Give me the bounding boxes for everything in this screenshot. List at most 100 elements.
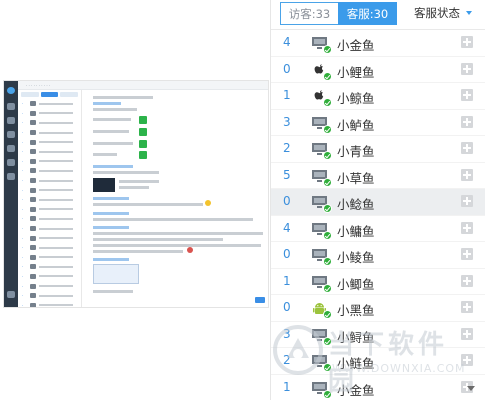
session-count: 0 [283, 300, 291, 314]
service-staff-row[interactable]: 1 小金鱼 [271, 374, 485, 400]
online-status-icon [323, 204, 332, 213]
online-status-icon [323, 363, 332, 372]
service-staff-row[interactable]: 1 小鲸鱼 [271, 83, 485, 110]
thumbnail-list-row: · [18, 243, 81, 253]
online-status-icon [323, 151, 332, 160]
app-thumbnail: · · · · · · · · · · · · · · · · · · · · · · · · · · · · · ·… [3, 80, 269, 308]
service-staff-row[interactable]: 0 小鲮鱼 [271, 242, 485, 269]
service-staff-name: 小鲢鱼 [337, 356, 375, 371]
service-staff-name: 小鳙鱼 [337, 223, 375, 239]
online-status-icon [323, 310, 332, 319]
service-staff-row[interactable]: 0 小鲶鱼 [271, 189, 485, 216]
thumbnail-list-row: · [18, 253, 81, 263]
thumbnail-list-row: · [18, 157, 81, 167]
thumbnail-titlebar: · · · · · · · · · · [18, 81, 268, 90]
add-icon[interactable] [461, 354, 473, 366]
service-status-dropdown[interactable]: 客服状态 [414, 4, 472, 22]
online-status-icon [323, 257, 332, 266]
service-staff-name: 小草鱼 [337, 170, 375, 186]
online-status-icon [323, 283, 332, 293]
add-icon[interactable] [461, 248, 473, 260]
service-staff-row[interactable]: 0 小黑鱼 [271, 295, 485, 322]
service-staff-name: 小鲈鱼 [337, 117, 375, 133]
add-icon[interactable] [461, 89, 473, 101]
add-icon[interactable] [461, 142, 473, 154]
thumbnail-list-row: · [18, 300, 81, 307]
add-icon[interactable] [461, 301, 473, 313]
thumbnail-list-row: · [18, 195, 81, 205]
thumbnail-list-row: · [18, 281, 81, 291]
thumbnail-list-row: · [18, 291, 81, 301]
service-staff-row[interactable]: 3 小鲟鱼 [271, 321, 485, 348]
chevron-down-icon [466, 11, 472, 15]
service-staff-name: 小鲤鱼 [337, 64, 375, 80]
service-staff-row[interactable]: 0 小鲤鱼 [271, 56, 485, 83]
panel-tab-bar: 访客:33 客服:30 客服状态 [271, 0, 485, 30]
thumbnail-list-row: · [18, 176, 81, 186]
thumbnail-list-row: · [18, 224, 81, 234]
scroll-down-arrow-icon[interactable] [467, 386, 475, 391]
add-icon[interactable] [461, 327, 473, 340]
thumbnail-list-row: · [18, 272, 81, 282]
thumbnail-list-row: · [18, 99, 81, 109]
service-staff-name: 小金鱼 [337, 382, 375, 398]
session-count: 1 [283, 273, 291, 288]
tab-service-staff[interactable]: 客服:30 [338, 2, 397, 25]
session-count: 4 [283, 35, 291, 49]
thumbnail-chat-area [83, 90, 268, 307]
session-count: 5 [283, 167, 291, 182]
service-staff-list: 4 小金鱼 0 小鲤鱼 1 小鲸鱼 3 小鲈鱼 2 小青鱼 5 小草鱼 0 小鲶鱼 4 小鳙鱼 0 小鲮鱼 1 小鲫鱼… [271, 30, 485, 400]
thumbnail-list-row: · [18, 109, 81, 119]
session-count: 2 [283, 353, 291, 367]
online-status-icon [323, 45, 332, 54]
service-staff-row[interactable]: 3 小鲈鱼 [271, 109, 485, 136]
thumbnail-list-row: · [18, 233, 81, 243]
thumbnail-list-row: · [18, 166, 81, 176]
online-status-icon [323, 389, 332, 399]
session-count: 3 [283, 326, 291, 341]
session-count: 0 [283, 61, 291, 76]
tab-visitors[interactable]: 访客:33 [280, 2, 339, 25]
service-staff-row[interactable]: 2 小青鱼 [271, 136, 485, 163]
service-staff-name: 小黑鱼 [337, 303, 375, 318]
add-icon[interactable] [461, 168, 473, 181]
add-icon[interactable] [461, 221, 473, 234]
service-staff-row[interactable]: 4 小金鱼 [271, 30, 485, 57]
service-staff-row[interactable]: 5 小草鱼 [271, 162, 485, 189]
online-status-icon [323, 336, 332, 346]
add-icon[interactable] [461, 36, 473, 48]
session-count: 0 [283, 194, 291, 208]
thumbnail-list-row: · [18, 214, 81, 224]
online-status-icon [323, 230, 332, 240]
session-count: 2 [283, 141, 291, 155]
service-staff-row[interactable]: 2 小鲢鱼 [271, 348, 485, 375]
service-staff-name: 小鲟鱼 [337, 329, 375, 345]
online-status-icon [323, 98, 332, 107]
service-staff-name: 小金鱼 [337, 38, 375, 53]
session-count: 1 [283, 379, 291, 394]
service-staff-name: 小鲫鱼 [337, 276, 375, 292]
service-staff-row[interactable]: 1 小鲫鱼 [271, 268, 485, 295]
online-status-icon [323, 177, 332, 187]
session-count: 1 [283, 88, 291, 102]
thumbnail-list-row: · [18, 185, 81, 195]
service-staff-row[interactable]: 4 小鳙鱼 [271, 215, 485, 242]
service-panel: 访客:33 客服:30 客服状态 4 小金鱼 0 小鲤鱼 1 小鲸鱼 3 小鲈鱼 2 小青鱼 5 小草… [270, 0, 485, 400]
service-staff-name: 小鲸鱼 [337, 91, 375, 106]
session-count: 0 [283, 247, 291, 261]
thumbnail-list-row: · [18, 128, 81, 138]
add-icon[interactable] [461, 62, 473, 75]
add-icon[interactable] [461, 115, 473, 128]
service-staff-name: 小青鱼 [337, 144, 375, 159]
thumbnail-visitor-list: · · · · · · · · · · · · · · · · · · · · · · [18, 90, 82, 307]
thumbnail-nav-rail [4, 81, 18, 307]
session-count: 3 [283, 114, 291, 129]
service-status-label: 客服状态 [414, 6, 460, 20]
session-count: 4 [283, 220, 291, 235]
add-icon[interactable] [461, 195, 473, 207]
service-staff-name: 小鲶鱼 [337, 197, 375, 212]
add-icon[interactable] [461, 274, 473, 287]
thumbnail-list-row: · [18, 147, 81, 157]
thumbnail-list-row: · [18, 118, 81, 128]
thumbnail-list-row: · [18, 262, 81, 272]
